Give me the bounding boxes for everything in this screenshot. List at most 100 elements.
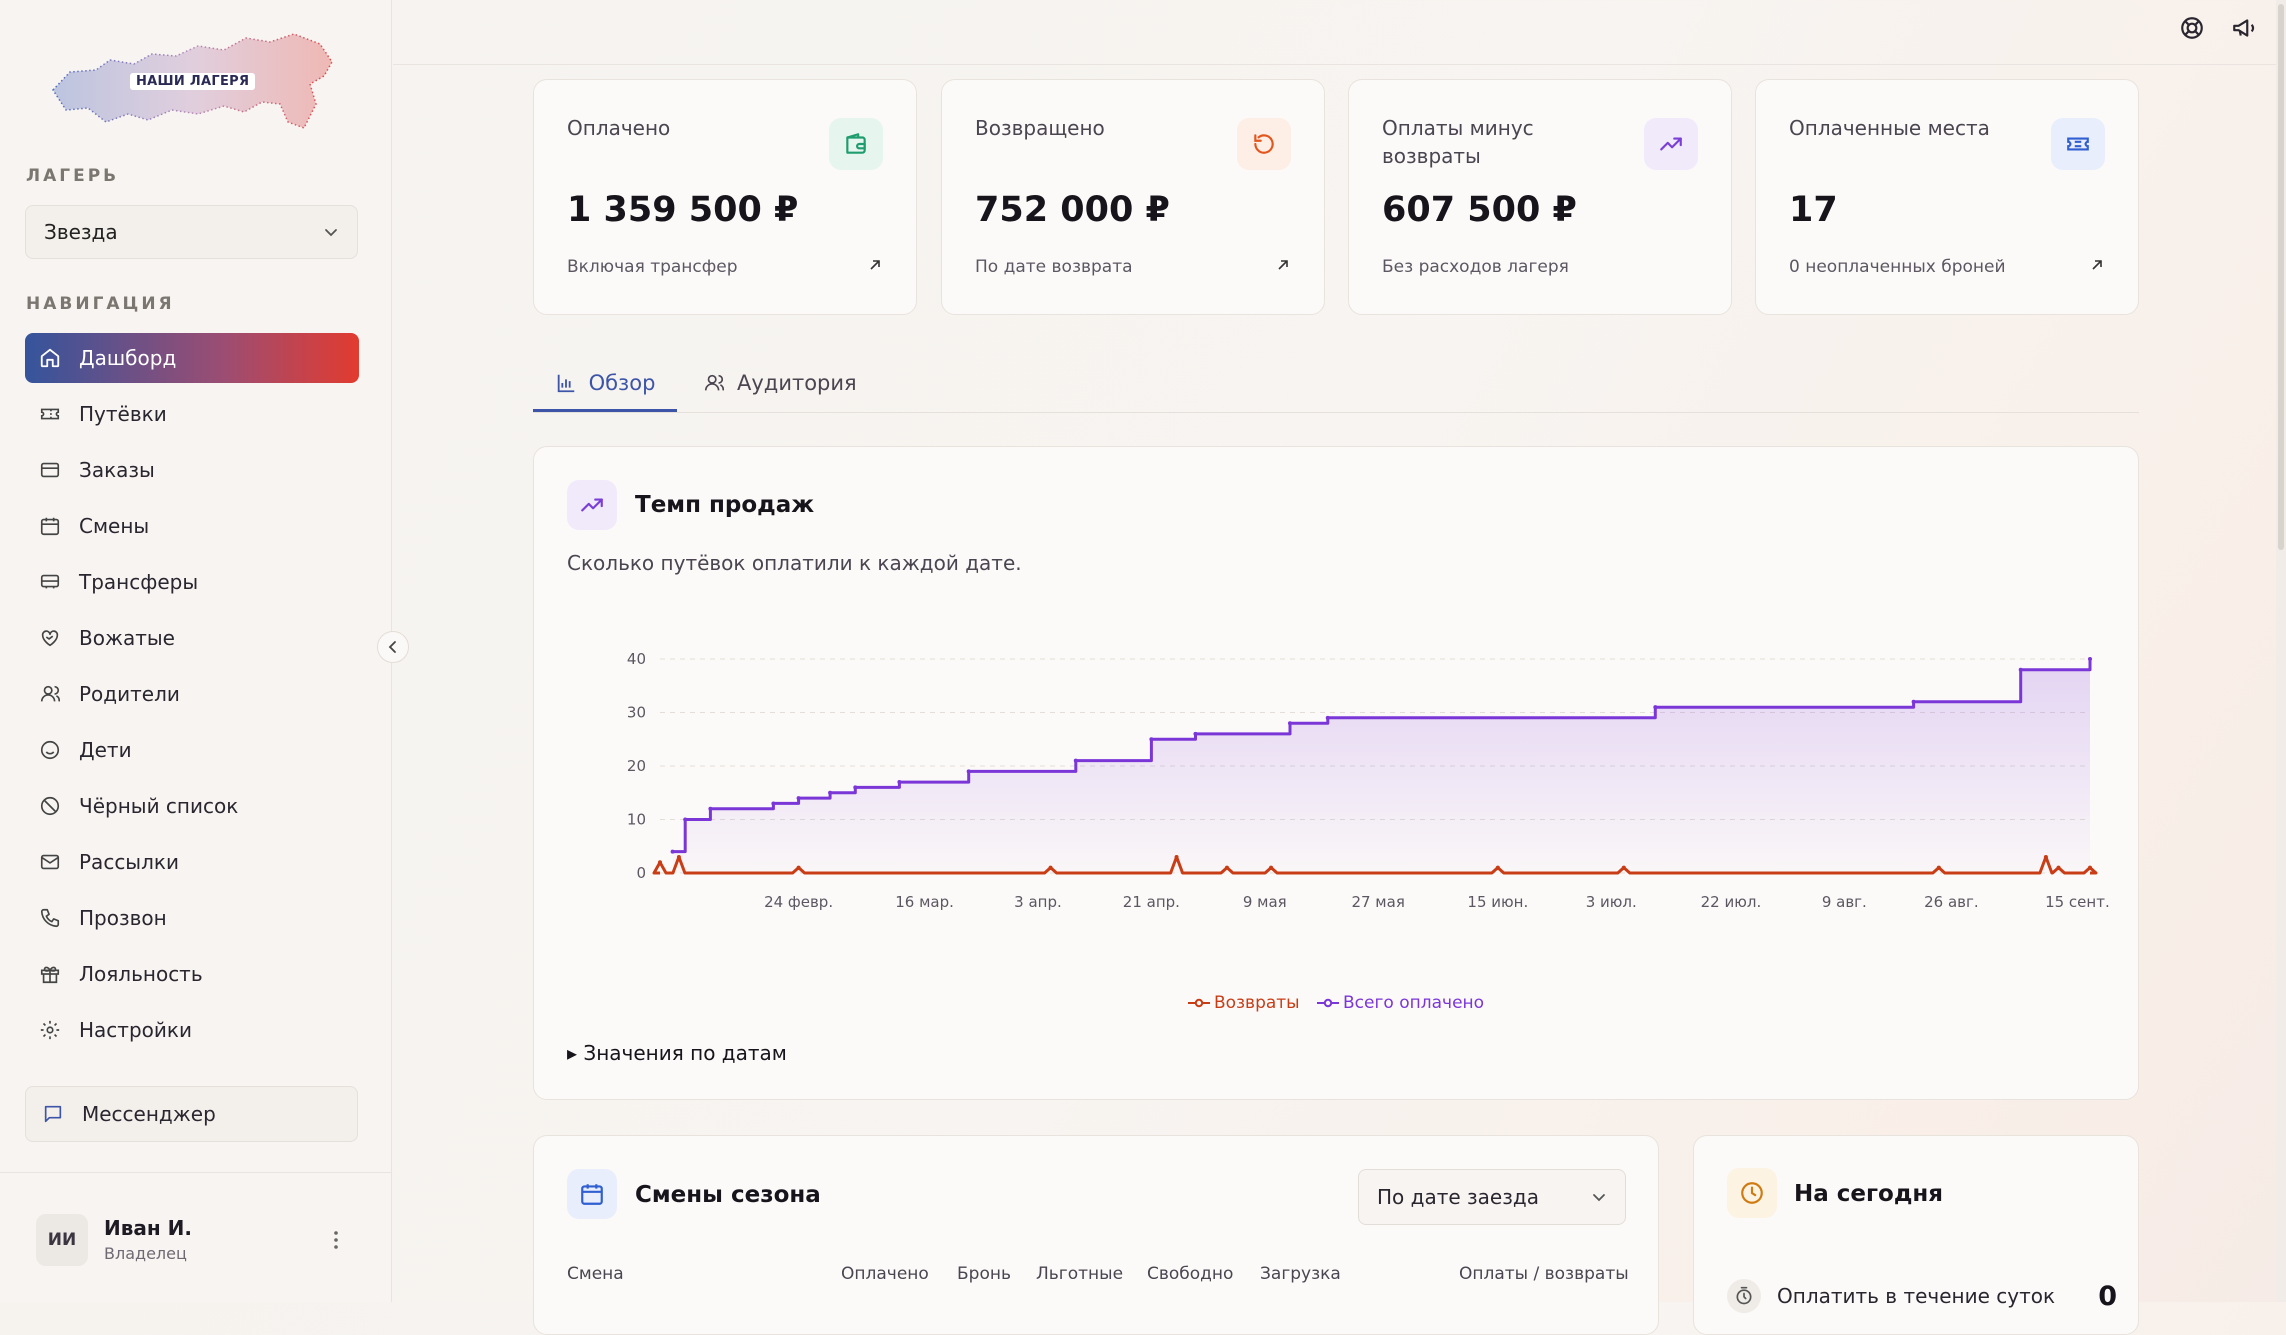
sidebar-item-label: Трансферы xyxy=(79,570,199,594)
camp-select[interactable]: Звезда xyxy=(25,205,358,259)
y-tick-label: 30 xyxy=(627,704,646,722)
column-header[interactable]: Льготные xyxy=(1036,1264,1123,1284)
arrow-up-right-icon[interactable] xyxy=(2089,257,2105,273)
x-tick-label: 26 авг. xyxy=(1924,893,1979,911)
sidebar-item-calls[interactable]: Прозвон xyxy=(25,893,359,943)
point-total-paid xyxy=(1653,705,1658,710)
stat-value: 607 500 ₽ xyxy=(1382,190,1577,230)
x-tick-label: 16 мар. xyxy=(895,893,954,911)
sort-select[interactable]: По дате заезда xyxy=(1358,1169,1626,1225)
sidebar-item-settings[interactable]: Настройки xyxy=(25,1005,359,1055)
arrow-up-right-icon[interactable] xyxy=(867,257,883,273)
x-tick-label: 9 авг. xyxy=(1822,893,1867,911)
legend-label: Всего оплачено xyxy=(1343,993,1485,1013)
sidebar-item-label: Настройки xyxy=(79,1018,192,1042)
sidebar-item-label: Прозвон xyxy=(79,906,167,930)
sidebar-item-children[interactable]: Дети xyxy=(25,725,359,775)
point-total-paid xyxy=(1193,731,1198,736)
chart-legend: Возвраты Всего оплачено xyxy=(534,993,2138,1013)
values-by-date-toggle[interactable]: ▸ Значения по датам xyxy=(567,1041,787,1065)
sidebar-item-parents[interactable]: Родители xyxy=(25,669,359,719)
point-refunds xyxy=(796,865,801,870)
stat-card-paid-places[interactable]: Оплаченные места 17 0 неоплаченных броне… xyxy=(1755,79,2139,315)
x-tick-label: 15 сент. xyxy=(2045,893,2110,911)
trend-up-icon xyxy=(581,498,603,512)
sidebar-item-label: Дети xyxy=(79,738,132,762)
today-title: На сегодня xyxy=(1794,1181,1944,1207)
legend-item-total-paid[interactable]: Всего оплачено xyxy=(1317,993,1484,1013)
sidebar-divider xyxy=(0,1172,392,1173)
sales-chart[interactable]: 0 10 20 30 40 24 февр. 16 мар. 3 апр. 21 апр. 9 м… xyxy=(534,587,2140,987)
sidebar-item-label: Родители xyxy=(79,682,180,706)
x-tick-label: 3 апр. xyxy=(1014,893,1062,911)
today-row[interactable]: Оплатить в течение суток 0 xyxy=(1727,1276,2117,1316)
column-header[interactable]: Смена xyxy=(567,1264,624,1284)
home-icon xyxy=(40,348,60,368)
gear-icon xyxy=(40,1020,60,1040)
sales-title: Темп продаж xyxy=(635,492,815,518)
sidebar-item-shifts[interactable]: Смены xyxy=(25,501,359,551)
users-icon xyxy=(704,374,724,391)
sidebar-item-vouchers[interactable]: Путёвки xyxy=(25,389,359,439)
x-tick-label: 27 мая xyxy=(1351,893,1404,911)
column-header[interactable]: Загрузка xyxy=(1260,1264,1341,1284)
sidebar-item-counselors[interactable]: Вожатые xyxy=(25,613,359,663)
today-row-count: 0 xyxy=(2098,1280,2117,1312)
scrollbar-thumb[interactable] xyxy=(2278,4,2284,550)
sidebar-item-dashboard[interactable]: Дашборд xyxy=(25,333,359,383)
y-tick-label: 20 xyxy=(627,757,646,775)
messenger-button[interactable]: Мессенджер xyxy=(25,1086,358,1142)
smile-icon xyxy=(40,740,60,760)
sales-pace-card: Темп продаж Сколько путёвок оплатили к к… xyxy=(533,446,2139,1100)
point-total-paid xyxy=(2088,657,2092,661)
point-total-paid xyxy=(853,785,858,790)
megaphone-icon[interactable] xyxy=(2231,15,2257,41)
point-total-paid xyxy=(1287,721,1292,726)
logo-text: НАШИ ЛАГЕРЯ xyxy=(130,73,256,90)
sidebar-item-label: Заказы xyxy=(79,458,155,482)
users-icon xyxy=(40,685,60,702)
stat-badge xyxy=(1644,118,1698,170)
sidebar-item-label: Вожатые xyxy=(79,626,175,650)
column-header[interactable]: Бронь xyxy=(957,1264,1011,1284)
x-tick-label: 22 июл. xyxy=(1701,893,1762,911)
stat-label: Возвращено xyxy=(975,116,1105,140)
stat-card-refunded[interactable]: Возвращено 752 000 ₽ По дате возврата xyxy=(941,79,1325,315)
camp-section-label: ЛАГЕРЬ xyxy=(26,166,120,186)
tab-overview[interactable]: Обзор xyxy=(533,356,677,412)
column-header[interactable]: Свободно xyxy=(1147,1264,1233,1284)
point-refunds xyxy=(2043,854,2048,859)
phone-icon xyxy=(40,908,60,928)
sidebar-collapse-button[interactable] xyxy=(377,631,409,663)
tab-audience[interactable]: Аудитория xyxy=(703,356,857,410)
help-lifebuoy-icon[interactable] xyxy=(2179,15,2205,41)
sidebar-item-loyalty[interactable]: Лояльность xyxy=(25,949,359,999)
column-header[interactable]: Оплаты / возвраты xyxy=(1459,1264,1629,1284)
user-profile[interactable]: ИИ Иван И. Владелец xyxy=(36,1214,356,1266)
legend-label: Возвраты xyxy=(1213,993,1300,1013)
column-header[interactable]: Оплачено xyxy=(841,1264,929,1284)
sidebar-item-label: Чёрный список xyxy=(79,794,239,818)
stat-sub: Без расходов лагеря xyxy=(1382,257,1569,277)
arrow-up-right-icon[interactable] xyxy=(1275,257,1291,273)
sidebar-item-blacklist[interactable]: Чёрный список xyxy=(25,781,359,831)
wallet-icon xyxy=(846,133,866,154)
point-total-paid xyxy=(1325,715,1330,720)
sidebar-item-label: Дашборд xyxy=(79,346,177,370)
stat-card-paid[interactable]: Оплачено 1 359 500 ₽ Включая трансфер xyxy=(533,79,917,315)
page-scrollbar[interactable] xyxy=(2276,0,2286,1302)
sidebar-item-mailings[interactable]: Рассылки xyxy=(25,837,359,887)
legend-marker-total-paid xyxy=(1317,998,1340,1008)
y-tick-label: 40 xyxy=(627,650,646,668)
trend-up-icon xyxy=(1660,137,1682,151)
user-name: Иван И. xyxy=(104,1216,193,1240)
ban-icon xyxy=(40,796,60,816)
ticket-icon xyxy=(2067,137,2089,151)
stat-badge xyxy=(829,118,883,170)
bus-icon xyxy=(40,574,60,589)
sidebar-item-transfers[interactable]: Трансферы xyxy=(25,557,359,607)
point-total-paid xyxy=(1911,699,1916,704)
legend-item-refunds[interactable]: Возвраты xyxy=(1187,993,1300,1013)
sidebar-item-orders[interactable]: Заказы xyxy=(25,445,359,495)
more-vertical-icon[interactable] xyxy=(332,1228,340,1252)
